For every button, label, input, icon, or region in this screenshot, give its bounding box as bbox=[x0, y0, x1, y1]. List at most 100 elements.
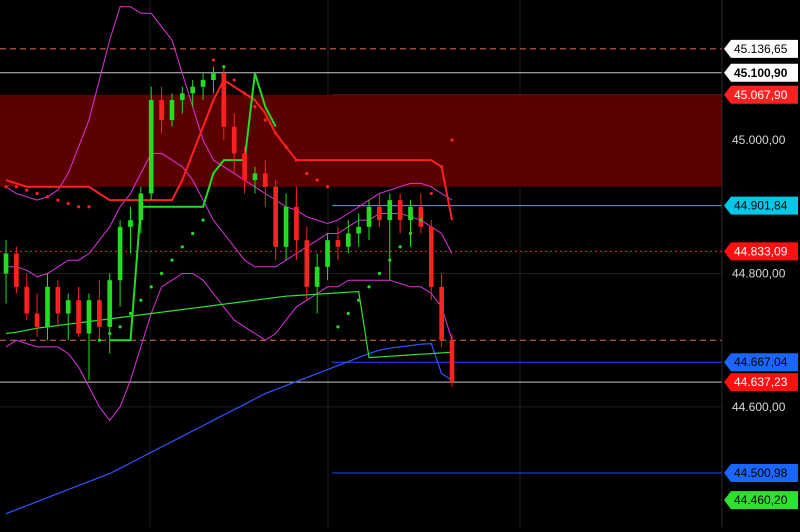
candle-body-36 bbox=[377, 206, 382, 221]
candle-body-39 bbox=[408, 206, 413, 221]
candle-body-20 bbox=[211, 73, 216, 81]
candle-body-31 bbox=[325, 240, 330, 267]
candle-body-17 bbox=[179, 93, 185, 101]
candle-body-19 bbox=[200, 80, 206, 87]
psar-dot-35 bbox=[367, 285, 371, 289]
price-label-7: 44.500,98 bbox=[724, 463, 798, 482]
candle-body-6 bbox=[65, 300, 71, 314]
psar-dot-33 bbox=[346, 311, 350, 316]
psar-dot-28 bbox=[294, 158, 299, 162]
psar-dot-40 bbox=[419, 218, 423, 222]
y-tick-label-1: 44.800,00 bbox=[732, 267, 786, 281]
candle-body-21 bbox=[221, 73, 227, 127]
price-chart[interactable]: 45.000,00 44.800,00 44.600,00 45.136,65 45.… bbox=[0, 0, 800, 527]
candle-43 bbox=[449, 333, 455, 387]
price-label-text-1: 45.100,90 bbox=[734, 66, 788, 80]
psar-dot-36 bbox=[377, 271, 381, 276]
psar-dot-17 bbox=[180, 245, 184, 249]
candle-body-1 bbox=[14, 253, 19, 287]
y-tick-label-0: 45.000,00 bbox=[732, 133, 786, 147]
candle-body-3 bbox=[34, 313, 40, 327]
candle-body-32 bbox=[335, 240, 341, 247]
chart-canvas: 45.000,00 44.800,00 44.600,00 45.136,65 45.… bbox=[0, 0, 800, 527]
resistance-zone bbox=[0, 94, 722, 187]
candle-body-23 bbox=[242, 153, 247, 181]
psar-dot-8 bbox=[87, 205, 91, 209]
psar-dot-42 bbox=[440, 165, 444, 169]
candle-body-13 bbox=[138, 193, 144, 221]
psar-dot-3 bbox=[35, 191, 39, 196]
price-label-text-2: 45.067,90 bbox=[734, 88, 788, 102]
psar-dot-31 bbox=[325, 185, 330, 189]
price-label-text-5: 44.667,04 bbox=[734, 355, 788, 369]
price-label-0: 45.136,65 bbox=[724, 39, 798, 58]
psar-dot-30 bbox=[315, 178, 319, 182]
psar-dot-26 bbox=[274, 131, 278, 136]
price-label-text-7: 44.500,98 bbox=[734, 466, 788, 480]
candle-body-22 bbox=[231, 126, 237, 154]
candle-body-30 bbox=[314, 266, 320, 287]
psar-dot-15 bbox=[159, 271, 164, 276]
psar-dot-24 bbox=[253, 105, 257, 109]
price-label-3: 44.901,84 bbox=[724, 196, 798, 215]
candle-body-41 bbox=[428, 226, 434, 287]
price-label-text-3: 44.901,84 bbox=[734, 199, 788, 213]
psar-dot-4 bbox=[45, 195, 50, 199]
candle-body-34 bbox=[356, 226, 361, 234]
candle-14 bbox=[148, 86, 154, 201]
candle-body-38 bbox=[397, 200, 403, 221]
psar-dot-25 bbox=[263, 118, 267, 122]
psar-dot-19 bbox=[201, 218, 205, 222]
candle-body-43 bbox=[449, 340, 455, 383]
candle-body-8 bbox=[86, 300, 92, 334]
price-label-2: 45.067,90 bbox=[724, 85, 798, 104]
price-label-1: 45.100,90 bbox=[724, 63, 798, 82]
psar-dot-22 bbox=[232, 78, 236, 82]
candle-body-5 bbox=[55, 286, 61, 314]
psar-dot-41 bbox=[429, 191, 433, 196]
price-label-5: 44.667,04 bbox=[724, 353, 798, 372]
price-label-text-4: 44.833,09 bbox=[734, 244, 788, 258]
psar-dot-1 bbox=[14, 185, 18, 189]
candle-body-12 bbox=[128, 220, 133, 227]
resistance-zone-rect bbox=[0, 94, 722, 187]
psar-dot-10 bbox=[108, 331, 112, 336]
psar-dot-34 bbox=[357, 298, 361, 302]
candle-body-27 bbox=[283, 206, 289, 247]
y-tick-label-2: 44.600,00 bbox=[732, 400, 786, 414]
candle-body-10 bbox=[107, 280, 113, 327]
candle-body-33 bbox=[345, 233, 351, 247]
candle-body-35 bbox=[366, 206, 372, 227]
psar-dot-18 bbox=[191, 231, 195, 236]
psar-dot-6 bbox=[66, 201, 70, 206]
psar-dot-39 bbox=[408, 231, 413, 236]
psar-dot-2 bbox=[25, 188, 29, 192]
psar-dot-23 bbox=[242, 91, 247, 95]
candle-body-25 bbox=[262, 173, 268, 187]
candle-body-4 bbox=[45, 286, 50, 327]
price-label-4: 44.833,09 bbox=[724, 242, 798, 261]
psar-dot-21 bbox=[222, 65, 226, 69]
psar-dot-7 bbox=[77, 205, 81, 209]
candle-body-0 bbox=[3, 253, 9, 274]
psar-dot-14 bbox=[149, 285, 153, 289]
candle-body-14 bbox=[148, 100, 154, 194]
psar-dot-32 bbox=[336, 325, 340, 329]
candle-body-11 bbox=[117, 226, 123, 281]
psar-dot-12 bbox=[128, 311, 133, 316]
candle-body-37 bbox=[387, 200, 393, 221]
price-label-6: 44.637,23 bbox=[724, 373, 798, 392]
candle-body-18 bbox=[190, 86, 196, 94]
psar-dot-11 bbox=[118, 325, 122, 329]
candle-body-2 bbox=[24, 286, 30, 314]
psar-dot-38 bbox=[398, 245, 402, 249]
candle-body-16 bbox=[169, 100, 175, 121]
psar-dot-13 bbox=[139, 298, 143, 302]
candle-body-40 bbox=[418, 206, 424, 227]
price-label-text-6: 44.637,23 bbox=[734, 375, 788, 389]
candle-body-29 bbox=[304, 240, 310, 287]
price-label-text-0: 45.136,65 bbox=[734, 42, 788, 56]
psar-dot-29 bbox=[305, 171, 309, 176]
psar-dot-16 bbox=[170, 258, 174, 262]
candle-body-26 bbox=[273, 186, 279, 247]
